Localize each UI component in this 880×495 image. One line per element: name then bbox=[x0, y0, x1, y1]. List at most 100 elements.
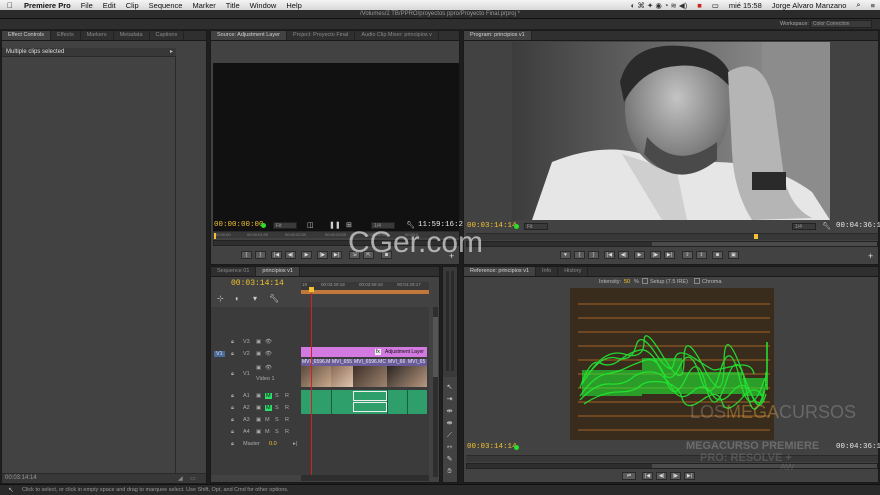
track-v3-sync-icon[interactable]: ▣ bbox=[256, 339, 261, 345]
track-select-tool-icon[interactable]: ⇥ bbox=[445, 395, 454, 404]
reference-go-out-icon[interactable]: ▶| bbox=[684, 472, 695, 480]
source-step-back-icon[interactable]: ◀| bbox=[285, 251, 296, 259]
track-a4-record[interactable]: R bbox=[285, 429, 289, 435]
source-pause-icon[interactable]: ❚❚ bbox=[329, 221, 341, 229]
menu-help[interactable]: Help bbox=[281, 1, 306, 10]
program-playhead[interactable] bbox=[754, 234, 758, 239]
tab-effect-controls[interactable]: Effect Controls bbox=[2, 31, 51, 40]
track-a2-solo[interactable]: S bbox=[275, 405, 279, 411]
source-go-out-icon[interactable]: ▶| bbox=[331, 251, 342, 259]
lock-icon[interactable]: 🔒︎ bbox=[231, 339, 234, 346]
source-timecode-left[interactable]: 00:00:00:00 bbox=[214, 221, 264, 229]
selection-tool-icon[interactable]: ↖ bbox=[445, 383, 454, 392]
source-mark-in-icon[interactable]: { bbox=[241, 251, 252, 259]
tab-sequence-01[interactable]: Sequence 01 bbox=[211, 267, 257, 276]
tab-project[interactable]: Project: Proyecto Final bbox=[287, 31, 356, 40]
source-playhead[interactable] bbox=[214, 233, 216, 239]
track-master-value[interactable]: 0.0 bbox=[269, 441, 277, 447]
lock-icon[interactable]: 🔒︎ bbox=[231, 351, 234, 358]
program-scroll-thumb[interactable] bbox=[652, 242, 877, 246]
menu-sequence[interactable]: Sequence bbox=[144, 1, 188, 10]
tab-history[interactable]: History bbox=[558, 267, 589, 276]
menu-edit[interactable]: Edit bbox=[98, 1, 121, 10]
track-a3-mute[interactable]: M bbox=[265, 417, 270, 423]
timeline-timecode[interactable]: 00:03:14:14 bbox=[231, 279, 284, 288]
reference-go-in-icon[interactable]: |◀ bbox=[642, 472, 653, 480]
video-clip-4[interactable]: MVI_66 bbox=[387, 359, 407, 387]
program-mark-out-icon[interactable]: } bbox=[588, 251, 599, 259]
timeline-ruler[interactable]: 19 00:03:29:18 00:03:59:18 00:04:29:17 bbox=[301, 282, 429, 294]
track-a3-sync-icon[interactable]: ▣ bbox=[256, 417, 261, 423]
track-a1-mute[interactable]: M bbox=[265, 393, 272, 399]
lock-icon[interactable]: 🔒︎ bbox=[231, 429, 234, 436]
source-patch-v1[interactable]: V1 bbox=[214, 351, 225, 357]
list-icon[interactable]: ≡ bbox=[866, 1, 880, 10]
adjustment-layer-clip[interactable]: fx Adjustment Layer bbox=[301, 347, 427, 357]
apple-icon[interactable]:  bbox=[0, 1, 19, 10]
program-fit-select[interactable]: Fit bbox=[524, 223, 548, 230]
razor-tool-icon[interactable]: ⟋ bbox=[445, 431, 454, 440]
program-step-fwd-icon[interactable]: |▶ bbox=[650, 251, 661, 259]
program-ruler[interactable] bbox=[466, 233, 878, 240]
video-clip-1[interactable]: MVI_6596.M bbox=[301, 359, 331, 387]
track-v1-sync-icon[interactable]: ▣ bbox=[256, 365, 261, 371]
track-a4-mute[interactable]: M bbox=[265, 429, 270, 435]
video-clip-5[interactable]: MVI_65 bbox=[407, 359, 427, 387]
reference-gang-icon[interactable]: ⇄ bbox=[622, 472, 636, 480]
track-a2-mute[interactable]: M bbox=[265, 405, 272, 411]
source-fit-select[interactable]: Fit bbox=[273, 222, 297, 229]
menu-app-name[interactable]: Premiere Pro bbox=[19, 1, 76, 10]
pen-tool-icon[interactable]: ✎ bbox=[445, 455, 454, 464]
track-v3-eye-icon[interactable]: 👁︎ bbox=[265, 339, 272, 345]
zoom-handle-icon[interactable]: ▭ bbox=[190, 475, 196, 482]
track-a2-record[interactable]: R bbox=[285, 405, 289, 411]
program-zoom-scroll[interactable] bbox=[466, 241, 878, 247]
audio-selected-clip-a1[interactable] bbox=[353, 391, 387, 401]
reference-ruler[interactable] bbox=[466, 455, 878, 462]
tab-audio-clip-mixer[interactable]: Audio Clip Mixer: principios v bbox=[355, 31, 439, 40]
program-resolution-select[interactable]: 1/4 bbox=[792, 223, 816, 230]
audio-clips-row[interactable] bbox=[301, 390, 427, 414]
flag-icon[interactable]: ■ bbox=[692, 1, 707, 10]
timeline-wrench-icon[interactable]: 🔧︎ bbox=[269, 294, 279, 303]
tab-info[interactable]: Info bbox=[536, 267, 559, 276]
menu-marker[interactable]: Marker bbox=[187, 1, 220, 10]
track-a1-sync-icon[interactable]: ▣ bbox=[256, 393, 261, 399]
hand-tool-icon[interactable]: ✋︎ bbox=[445, 467, 454, 476]
tab-principios-v1[interactable]: principios v1 bbox=[256, 267, 300, 276]
program-go-in-icon[interactable]: |◀ bbox=[604, 251, 615, 259]
tab-reference[interactable]: Reference: principios v1 bbox=[464, 267, 537, 276]
slip-tool-icon[interactable]: ⇿ bbox=[445, 443, 454, 452]
tab-metadata[interactable]: Metadata bbox=[114, 31, 150, 40]
setup-checkbox[interactable] bbox=[642, 278, 648, 284]
battery-icon[interactable]: ▭ bbox=[707, 1, 724, 10]
program-compare-icon[interactable]: ▣ bbox=[728, 251, 739, 259]
program-play-icon[interactable]: ▶ bbox=[634, 251, 645, 259]
program-video-frame[interactable] bbox=[512, 42, 830, 220]
track-master-arrow-icon[interactable]: ▸| bbox=[293, 441, 297, 447]
tab-effects[interactable]: Effects bbox=[51, 31, 81, 40]
program-marker-icon[interactable]: ♥ bbox=[560, 251, 571, 259]
rolling-edit-tool-icon[interactable]: ⇼ bbox=[445, 419, 454, 428]
source-play-icon[interactable]: ▶ bbox=[301, 251, 312, 259]
track-a1-solo[interactable]: S bbox=[275, 393, 279, 399]
ripple-edit-tool-icon[interactable]: ⇹ bbox=[445, 407, 454, 416]
menu-file[interactable]: File bbox=[76, 1, 98, 10]
user-name[interactable]: Jorge Alvaro Manzano bbox=[767, 1, 852, 10]
source-mark-out-icon[interactable]: } bbox=[255, 251, 266, 259]
lock-icon[interactable]: 🔒︎ bbox=[231, 405, 234, 412]
track-a1-record[interactable]: R bbox=[285, 393, 289, 399]
track-v2-sync-icon[interactable]: ▣ bbox=[256, 351, 261, 357]
source-step-fwd-icon[interactable]: |▶ bbox=[317, 251, 328, 259]
track-a3-solo[interactable]: S bbox=[275, 417, 279, 423]
zoom-out-icon[interactable]: ◢ bbox=[178, 475, 183, 482]
intensity-value[interactable]: 50 bbox=[624, 279, 630, 285]
status-icons[interactable]: ◐ ⌘ ✦ ◉ ◔ ≋ ◀) bbox=[626, 1, 692, 10]
lock-icon[interactable]: 🔒︎ bbox=[231, 393, 234, 400]
timeline-vscroll-thumb[interactable] bbox=[433, 317, 438, 377]
chroma-checkbox[interactable] bbox=[694, 278, 700, 284]
timeline-hscroll[interactable] bbox=[301, 475, 429, 481]
spotlight-icon[interactable]: ⌕ bbox=[851, 0, 865, 10]
expand-arrow-icon[interactable]: ▸ bbox=[170, 48, 173, 55]
reference-timecode-left[interactable]: 00:03:14:14 bbox=[467, 443, 517, 451]
